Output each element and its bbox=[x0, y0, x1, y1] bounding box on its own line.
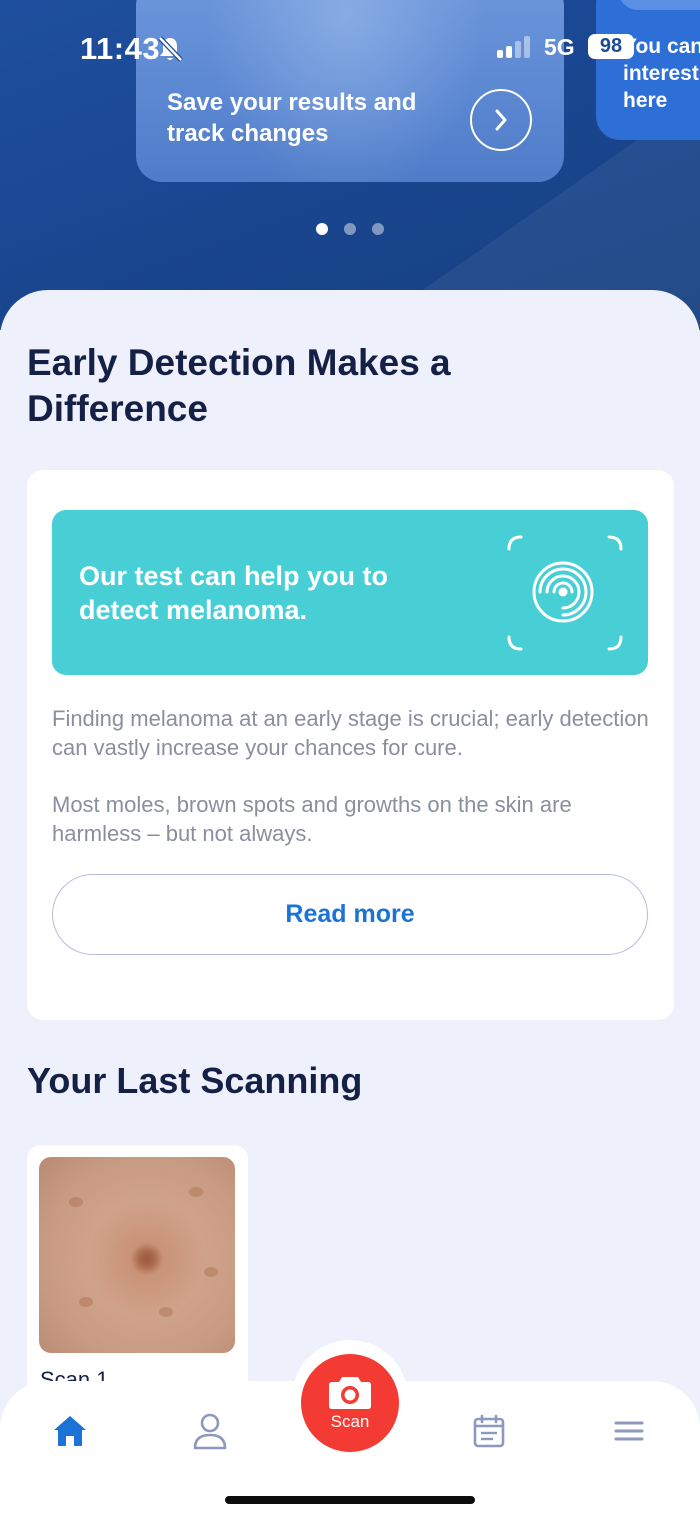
profile-icon bbox=[193, 1413, 227, 1450]
info-paragraph-1: Finding melanoma at an early stage is cr… bbox=[52, 706, 649, 760]
status-time: 11:43 bbox=[80, 31, 161, 66]
home-indicator bbox=[225, 1496, 475, 1504]
scan-button[interactable]: Scan bbox=[301, 1354, 399, 1452]
banner-text: Our test can help you to detect melanoma… bbox=[79, 561, 389, 625]
menu-icon bbox=[614, 1421, 644, 1441]
nav-calendar[interactable] bbox=[459, 1401, 519, 1461]
melanoma-banner: Our test can help you to detect melanoma… bbox=[52, 510, 648, 675]
home-icon bbox=[54, 1416, 86, 1446]
last-scanning-title: Your Last Scanning bbox=[27, 1060, 363, 1101]
page-title: Early Detection Makes a Difference bbox=[27, 342, 451, 429]
status-bar: 11:43 5G 98 bbox=[0, 0, 700, 96]
pagination-dot-1[interactable] bbox=[316, 223, 328, 235]
bell-muted-icon bbox=[158, 36, 183, 62]
carousel-next-button[interactable] bbox=[470, 89, 532, 151]
carousel-pagination bbox=[316, 223, 384, 235]
fingerprint-scan-icon bbox=[507, 535, 623, 651]
read-more-button[interactable]: Read more bbox=[52, 874, 648, 955]
chevron-right-icon bbox=[495, 109, 507, 131]
battery-icon: 98 bbox=[588, 34, 634, 59]
pagination-dot-2[interactable] bbox=[344, 223, 356, 235]
scan-button-label: Scan bbox=[330, 1412, 370, 1431]
calendar-icon bbox=[473, 1414, 505, 1448]
camera-icon bbox=[329, 1377, 371, 1409]
signal-strength-icon bbox=[497, 36, 530, 58]
scan-thumbnail bbox=[39, 1157, 235, 1353]
pagination-dot-3[interactable] bbox=[372, 223, 384, 235]
nav-profile[interactable] bbox=[180, 1401, 240, 1461]
nav-menu[interactable] bbox=[599, 1401, 659, 1461]
info-paragraph-2: Most moles, brown spots and growths on t… bbox=[52, 792, 572, 846]
scan-card[interactable]: Scan 1 bbox=[27, 1145, 248, 1405]
nav-home[interactable] bbox=[40, 1401, 100, 1461]
carousel-card-text: Save your results and track changes bbox=[167, 89, 417, 147]
network-type: 5G bbox=[544, 34, 575, 60]
